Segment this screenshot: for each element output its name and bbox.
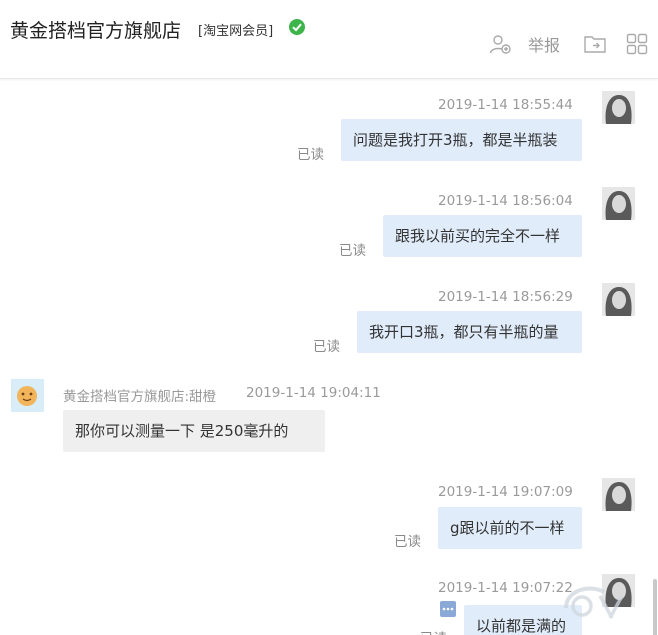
report-button[interactable]: 举报 xyxy=(528,32,560,56)
verified-check-icon xyxy=(289,19,305,35)
message-bubble[interactable]: 问题是我打开3瓶，都是半瓶装 xyxy=(341,119,582,161)
user-avatar[interactable] xyxy=(602,91,635,124)
message-bubble[interactable]: g跟以前的不一样 xyxy=(438,507,582,549)
message-bubble[interactable]: 跟我以前买的完全不一样 xyxy=(383,215,582,257)
grid-apps-icon[interactable] xyxy=(625,32,649,56)
read-status: 已读 xyxy=(313,339,340,355)
watermark-logo xyxy=(564,586,624,619)
read-status: 已读 xyxy=(297,147,324,163)
user-avatar[interactable] xyxy=(602,187,635,220)
message-timestamp: 2019-1-14 18:56:04 xyxy=(438,193,573,209)
folder-share-icon[interactable] xyxy=(583,32,607,56)
member-tag: [淘宝网会员] xyxy=(198,24,274,39)
message-timestamp: 2019-1-14 19:07:22 xyxy=(438,580,573,596)
read-status: 已读 xyxy=(339,243,366,259)
message-timestamp: 2019-1-14 18:55:44 xyxy=(438,97,573,113)
message-timestamp: 2019-1-14 19:07:09 xyxy=(438,484,573,500)
add-contact-icon[interactable] xyxy=(488,32,512,56)
read-status: 已读 xyxy=(394,534,421,550)
message-list[interactable]: 2019-1-14 18:55:44 问题是我打开3瓶，都是半瓶装 已读 201… xyxy=(0,79,658,635)
shop-name[interactable]: 黄金搭档官方旗舰店 xyxy=(10,16,181,43)
user-avatar[interactable] xyxy=(602,283,635,316)
message-bubble[interactable]: 那你可以测量一下 是250毫升的 xyxy=(63,410,325,452)
message-bubble[interactable]: 我开口3瓶，都只有半瓶的量 xyxy=(357,311,582,353)
message-timestamp: 2019-1-14 19:04:11 xyxy=(246,385,381,401)
chat-header: 黄金搭档官方旗舰店 [淘宝网会员] 举报 xyxy=(0,0,658,79)
sender-name[interactable]: 黄金搭档官方旗舰店:甜橙 xyxy=(63,385,216,405)
seller-avatar[interactable] xyxy=(11,379,44,412)
scrollbar-thumb[interactable] xyxy=(653,579,657,635)
more-options-icon[interactable] xyxy=(440,601,456,617)
user-avatar[interactable] xyxy=(602,478,635,511)
message-timestamp: 2019-1-14 18:56:29 xyxy=(438,289,573,305)
read-status: 已读 xyxy=(420,627,447,635)
